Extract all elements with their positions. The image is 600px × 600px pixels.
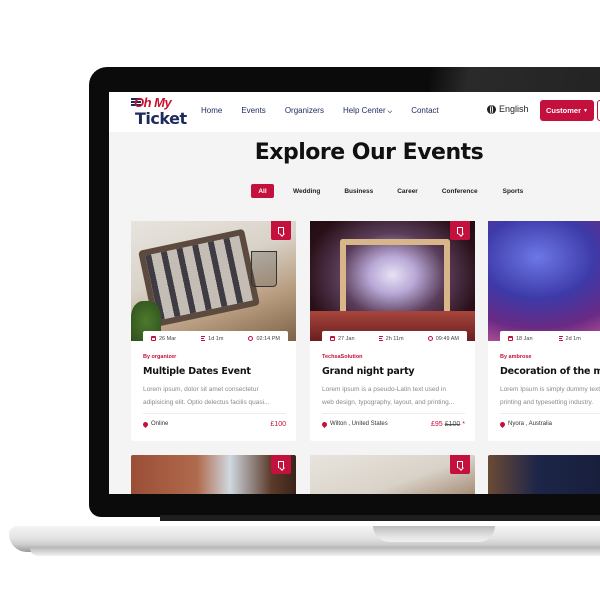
current-price: £95 — [431, 421, 443, 428]
event-card-image[interactable] — [131, 455, 296, 494]
location-pin-icon — [498, 420, 507, 428]
filter-business[interactable]: Business — [344, 184, 373, 198]
event-date: 18 Jan — [508, 336, 533, 342]
event-date: 26 Mar — [151, 336, 176, 342]
event-organizer[interactable]: TechsaSolution — [322, 354, 363, 360]
hourglass-icon — [201, 336, 206, 341]
event-duration: 2h 11m — [378, 336, 404, 342]
bookmark-icon — [457, 227, 463, 234]
bookmark-icon — [278, 461, 284, 468]
logo-bottom-text: Ticket — [135, 109, 187, 128]
calendar-icon — [330, 336, 335, 341]
site-header: Oh My Ticket Home Events Organizers Help… — [109, 92, 600, 132]
laptop-opening-notch — [373, 526, 495, 542]
event-duration: 2d 1m — [558, 336, 581, 342]
event-image[interactable] — [488, 221, 600, 341]
language-selector[interactable]: English — [487, 104, 529, 114]
card-divider — [322, 413, 465, 414]
nav-contact[interactable]: Contact — [411, 106, 439, 116]
event-time: 09:49 AM — [427, 336, 459, 342]
filter-career[interactable]: Career — [397, 184, 418, 198]
laptop-base-lip — [30, 548, 600, 556]
nav-help-center-label: Help Center — [342, 106, 386, 115]
event-meta: 27 Jan 2h 11m 09:49 AM — [322, 331, 467, 346]
chevron-down-icon: ⌵ — [387, 109, 393, 115]
customer-dropdown-button[interactable]: Customer ▼ — [540, 100, 594, 121]
clock-icon — [248, 336, 254, 341]
event-price: £100 — [270, 421, 286, 428]
price-note: * — [462, 421, 465, 428]
event-price: £95 £100 * — [431, 421, 465, 428]
location-pin-icon — [141, 420, 150, 428]
hourglass-icon — [378, 336, 383, 341]
event-time: 02:14 PM — [248, 336, 280, 342]
event-title[interactable]: Multiple Dates Event — [143, 366, 303, 377]
event-card-image[interactable] — [488, 455, 600, 494]
bookmark-button[interactable] — [271, 221, 291, 240]
customer-label: Customer — [546, 106, 582, 115]
lid-reflection — [430, 67, 600, 93]
event-description: Lorem ipsum is a pseudo-Latin text used … — [322, 386, 455, 406]
calendar-icon — [508, 336, 513, 341]
event-card[interactable]: 27 Jan 2h 11m 09:49 AM TechsaSolution Gr… — [310, 221, 475, 441]
logo-top-text: Oh My — [134, 95, 172, 110]
event-duration: 1d 1m — [201, 336, 223, 342]
event-title[interactable]: Decoration of the marriage — [500, 366, 600, 377]
filter-conference[interactable]: Conference — [442, 184, 478, 198]
nav-help-center[interactable]: Help Center ⌵ — [343, 106, 392, 116]
event-meta: 18 Jan 2d 1m — [500, 331, 600, 346]
bookmark-button[interactable] — [271, 455, 291, 474]
calendar-icon — [151, 336, 156, 341]
bookmark-icon — [278, 227, 284, 234]
clock-icon — [427, 336, 433, 341]
bookmark-button[interactable] — [450, 221, 470, 240]
page-title: Explore Our Events — [254, 140, 484, 165]
bookmark-button[interactable] — [450, 455, 470, 474]
event-description: Lorem ipsum, dolor sit amet consectetur … — [143, 386, 270, 406]
nav-events[interactable]: Events — [241, 106, 265, 116]
event-organizer[interactable]: By organizer — [143, 354, 176, 360]
category-filters: All Wedding Business Career Conference S… — [251, 184, 523, 198]
website-screen: Oh My Ticket Home Events Organizers Help… — [109, 92, 600, 494]
event-location: Wilton , United States — [320, 420, 388, 428]
event-organizer[interactable]: By ambrose — [500, 354, 532, 360]
old-price: £100 — [444, 421, 461, 428]
laptop-mockup: Oh My Ticket Home Events Organizers Help… — [0, 0, 600, 600]
event-title[interactable]: Grand night party — [322, 366, 482, 377]
card-divider — [500, 413, 600, 414]
card-divider — [143, 413, 286, 414]
logo[interactable]: Oh My Ticket — [131, 95, 187, 129]
event-location: Nyora , Australia — [498, 420, 552, 428]
event-location: Online — [141, 420, 168, 428]
language-label: English — [499, 104, 529, 114]
event-meta: 26 Mar 1d 1m 02:14 PM — [143, 331, 288, 346]
filter-sports[interactable]: Sports — [503, 184, 524, 198]
caret-down-icon: ▼ — [583, 107, 588, 114]
bookmark-icon — [457, 461, 463, 468]
event-card-image[interactable] — [310, 455, 475, 494]
filter-all[interactable]: All — [251, 184, 274, 198]
event-card[interactable]: 18 Jan 2d 1m By ambrose Decoration of th… — [488, 221, 600, 441]
event-card[interactable]: 26 Mar 1d 1m 02:14 PM By organizer Multi… — [131, 221, 296, 441]
main-nav: Home Events Organizers Help Center ⌵ Cont… — [201, 106, 458, 116]
nav-home[interactable]: Home — [201, 106, 222, 116]
nav-organizers[interactable]: Organizers — [285, 106, 324, 116]
laptop-chin — [160, 515, 600, 521]
filter-wedding[interactable]: Wedding — [293, 184, 320, 198]
event-description: Lorem Ipsum is simply dummy text of the … — [500, 386, 600, 406]
globe-icon — [487, 104, 496, 114]
location-pin-icon — [320, 420, 329, 428]
event-date: 27 Jan — [330, 336, 355, 342]
hourglass-icon — [558, 336, 563, 341]
